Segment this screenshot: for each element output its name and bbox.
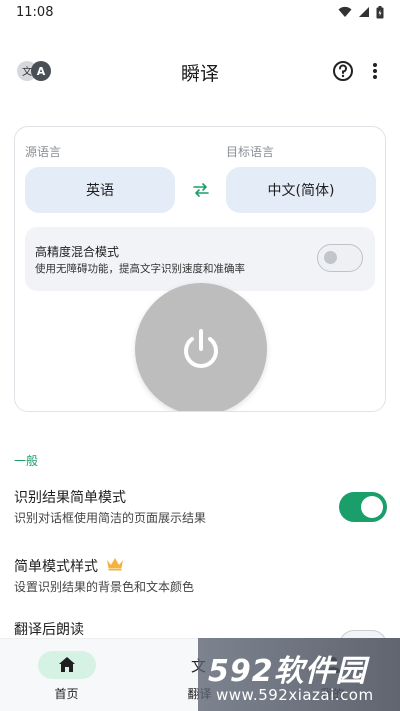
setting-title: 识别结果简单模式 [14, 490, 126, 506]
target-language-label: 目标语言 [226, 145, 275, 159]
high-precision-toggle[interactable] [317, 244, 363, 272]
target-language-value: 中文(简体) [267, 183, 335, 199]
section-title-general: 一般 [14, 454, 39, 468]
battery-icon [376, 5, 384, 18]
nav-item-home[interactable]: 首页 [0, 639, 133, 711]
setting-desc: 识别对话框使用简洁的页面展示结果 [14, 511, 207, 525]
watermark-logo-text: 592软件园 [208, 654, 367, 689]
watermark-overlay: 592软件园 www.592xiazai.com [198, 638, 400, 711]
status-icons [338, 5, 384, 19]
app-bar: 文 A 瞬译 [0, 50, 400, 92]
status-bar: 11:08 [0, 0, 400, 24]
source-language-button[interactable]: 英语 [25, 167, 175, 213]
wifi-icon [338, 6, 352, 17]
source-language-value: 英语 [86, 183, 114, 199]
setting-desc: 设置识别结果的背景色和文本颜色 [14, 580, 195, 594]
toggle-knob [361, 496, 383, 518]
power-icon [184, 329, 218, 368]
power-button[interactable] [135, 283, 267, 411]
setting-title: 简单模式样式 [14, 559, 98, 575]
more-vert-icon[interactable] [372, 62, 378, 84]
watermark-url: www.592xiazai.com [216, 686, 374, 704]
home-icon [59, 657, 75, 672]
toggle-knob [324, 251, 337, 264]
high-precision-title: 高精度混合模式 [35, 245, 120, 259]
status-time: 11:08 [16, 4, 54, 20]
target-language-button[interactable]: 中文(简体) [226, 167, 376, 213]
swap-languages-icon[interactable] [191, 181, 211, 203]
signal-icon [359, 7, 369, 17]
source-language-label: 源语言 [25, 145, 62, 159]
setting-title: 翻译后朗读 [14, 622, 84, 638]
nav-label-home: 首页 [54, 687, 79, 701]
translation-card: 源语言 目标语言 英语 中文(简体) 高精度混合模式 使用无障碍功能，提高文字识… [14, 126, 386, 412]
simple-mode-toggle[interactable] [339, 492, 387, 522]
high-precision-mode-row[interactable]: 高精度混合模式 使用无障碍功能，提高文字识别速度和准确率 [25, 227, 375, 291]
help-icon[interactable] [332, 60, 354, 86]
high-precision-desc: 使用无障碍功能，提高文字识别速度和准确率 [35, 263, 245, 275]
crown-icon [106, 556, 124, 575]
